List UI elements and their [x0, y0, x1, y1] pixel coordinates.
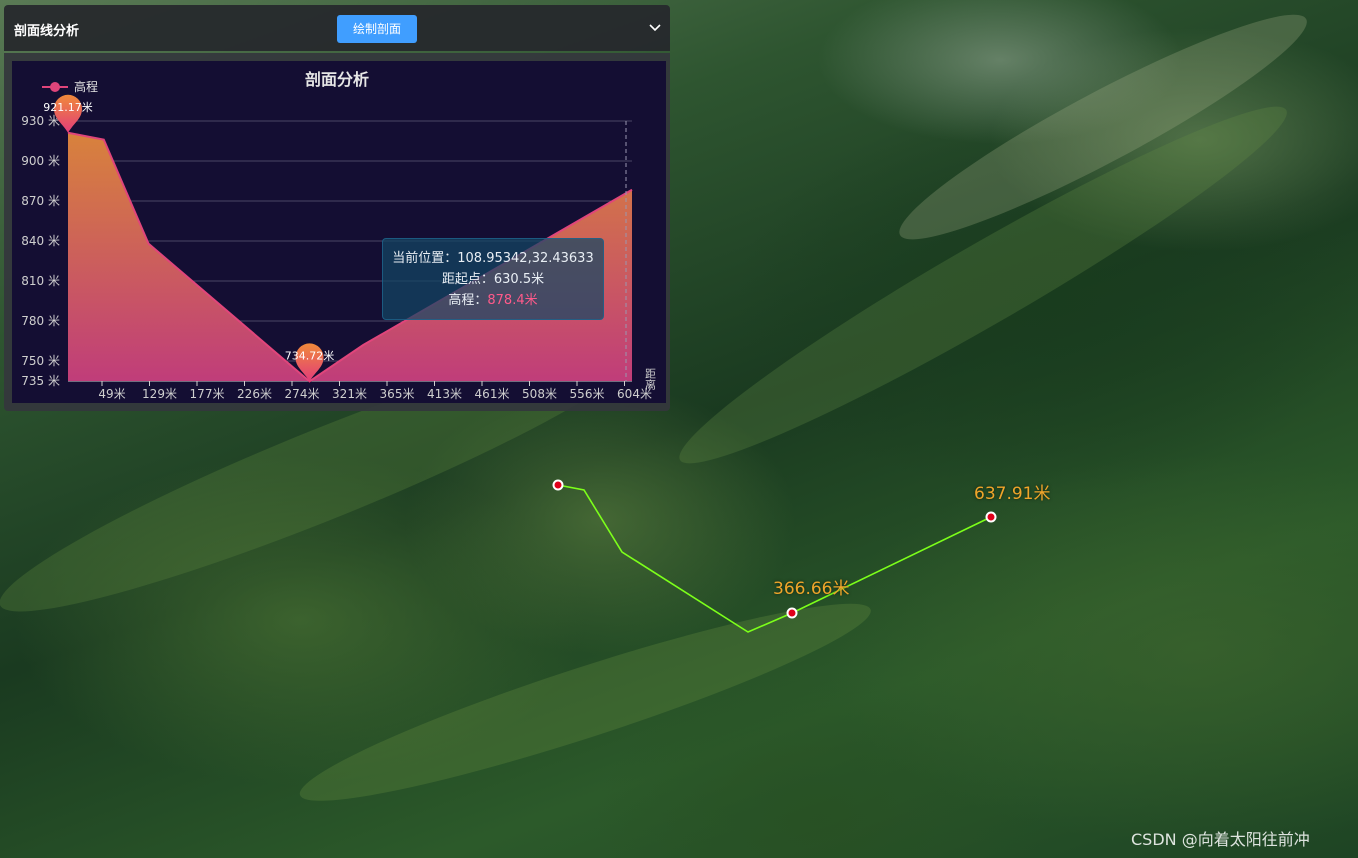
tooltip-distance-row: 距起点：630.5米: [383, 269, 603, 290]
x-tick-label: 49米: [98, 387, 125, 401]
x-tick-label: 129米: [142, 387, 177, 401]
distance-label: 366.66米: [773, 579, 850, 599]
profile-line[interactable]: [557, 484, 992, 633]
tooltip-position-row: 当前位置：108.95342,32.43633: [383, 248, 603, 269]
x-tick-label: 365米: [380, 387, 415, 401]
tooltip-elevation-value: 878.4米: [487, 293, 538, 308]
y-tick-label: 870 米: [21, 194, 60, 208]
y-tick-label: 930 米: [21, 114, 60, 128]
marker-label: 921.17米: [43, 101, 93, 114]
x-tick-label: 508米: [522, 387, 557, 401]
chevron-down-icon[interactable]: [648, 21, 662, 35]
tooltip-distance-value: 630.5米: [493, 272, 545, 287]
x-tick-label: 461米: [475, 387, 510, 401]
x-tick-label: 274米: [285, 387, 320, 401]
toolbar-title: 剖面线分析: [14, 24, 80, 39]
y-tick-label: 780 米: [21, 314, 60, 328]
draw-profile-button[interactable]: 绘制剖面: [337, 15, 417, 43]
legend-label: 高程: [74, 79, 98, 94]
y-tick-label: 750 米: [21, 354, 60, 368]
profile-analysis-toolbar: 剖面线分析 绘制剖面: [4, 5, 670, 51]
tooltip-position-value: 108.95342,32.43633: [457, 251, 594, 266]
profile-chart-panel: 剖面分析 高程 735 米 750 米 780 米 810 米 840 米 870 米 90…: [4, 53, 670, 411]
tooltip-distance-label: 距起点：: [441, 272, 494, 287]
x-tick-label: 226米: [237, 387, 272, 401]
tooltip-elevation-row: 高程：878.4米: [383, 290, 603, 311]
distance-label: 637.91米: [974, 484, 1051, 504]
tooltip-position-label: 当前位置：: [392, 251, 458, 266]
x-tick-label: 321米: [332, 387, 367, 401]
watermark: CSDN @向着太阳往前冲: [1131, 830, 1310, 849]
x-axis-label: 距离: [644, 368, 657, 391]
tooltip-elevation-label: 高程：: [448, 293, 488, 308]
x-tick-label: 413米: [427, 387, 462, 401]
profile-point[interactable]: [552, 479, 564, 491]
x-tick-label: 177米: [190, 387, 225, 401]
chart-title: 剖面分析: [305, 70, 369, 89]
profile-point[interactable]: [985, 511, 997, 523]
marker-label: 734.72米: [285, 349, 335, 362]
y-tick-label: 810 米: [21, 274, 60, 288]
legend-marker-icon: [50, 82, 60, 92]
profile-chart[interactable]: 剖面分析 高程 735 米 750 米 780 米 810 米 840 米 870 米 90…: [12, 61, 666, 403]
profile-point[interactable]: [786, 607, 798, 619]
y-tick-label: 735 米: [21, 374, 60, 388]
chart-tooltip: 当前位置：108.95342,32.43633 距起点：630.5米 高程：87…: [382, 238, 604, 320]
y-tick-label: 840 米: [21, 234, 60, 248]
y-tick-label: 900 米: [21, 154, 60, 168]
x-tick-label: 556米: [570, 387, 605, 401]
